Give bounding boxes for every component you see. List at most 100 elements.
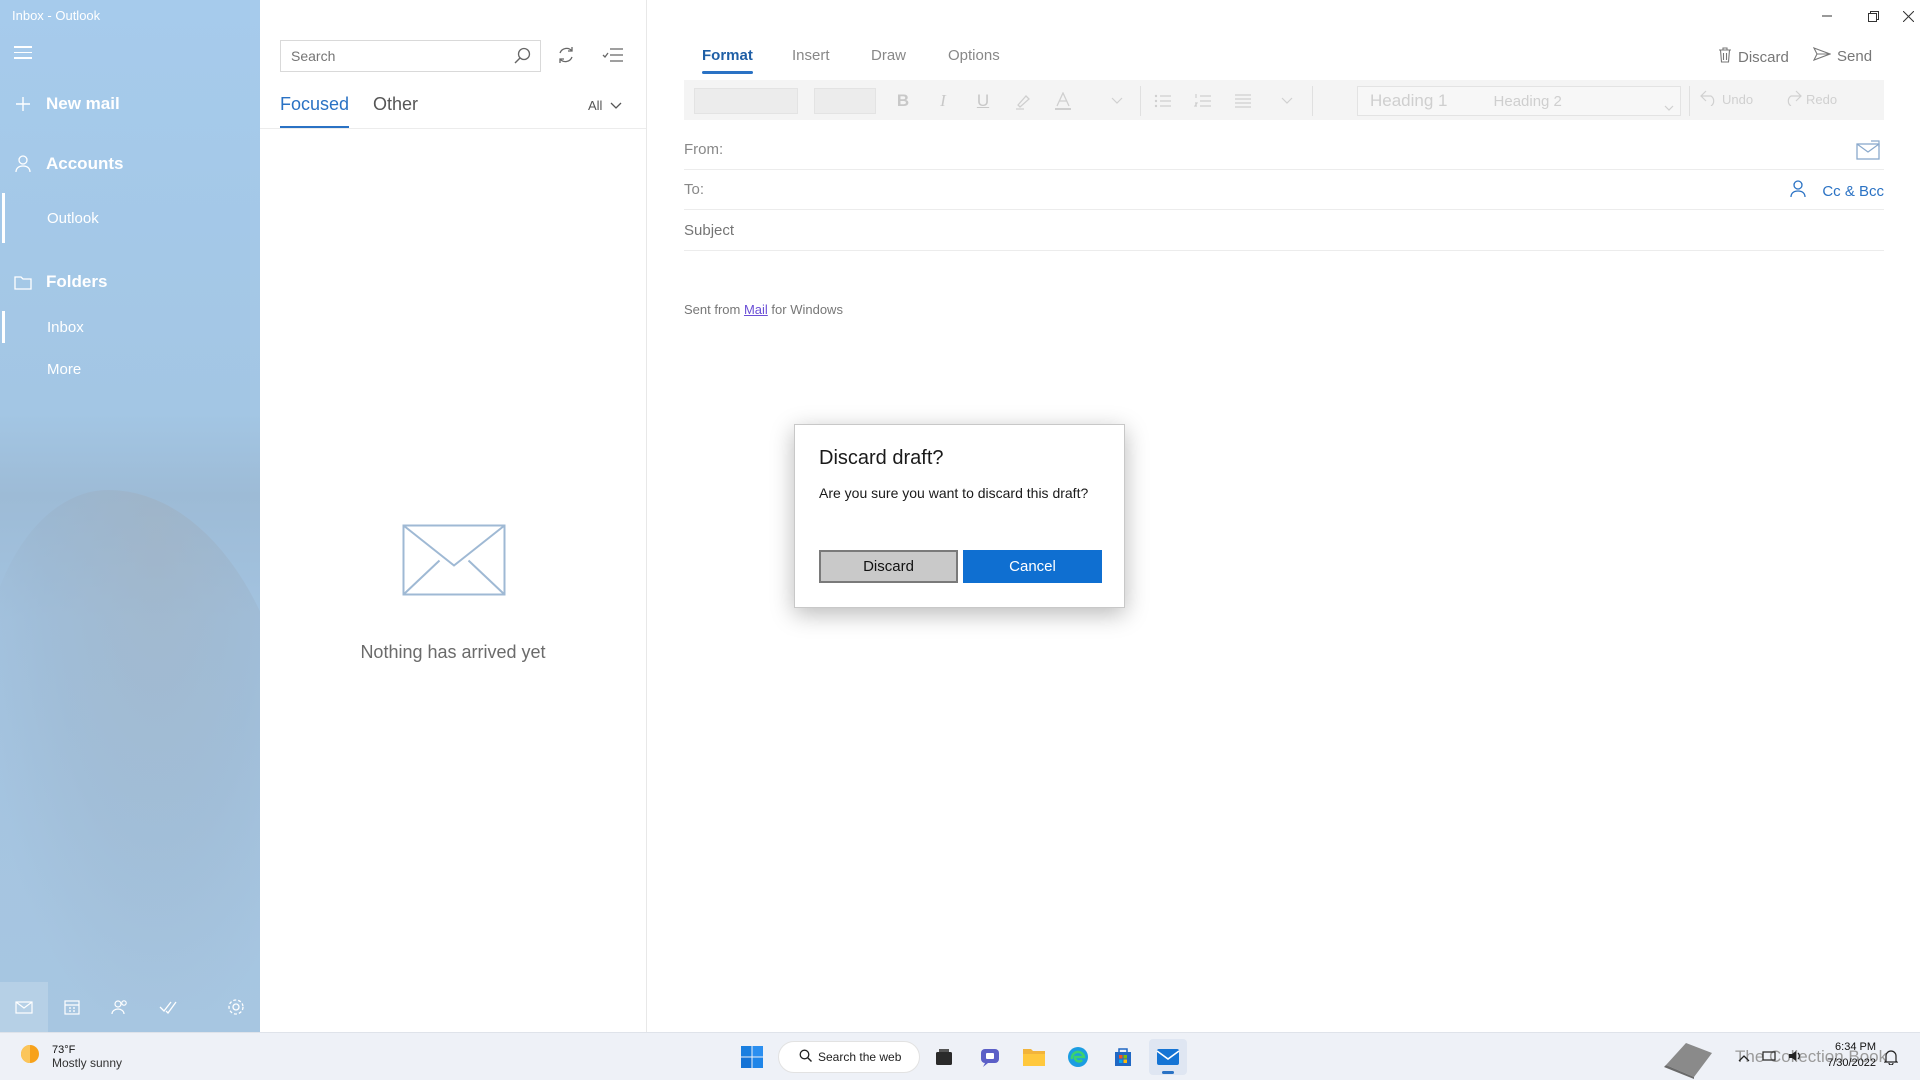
redo-button[interactable]: Redo (1784, 90, 1837, 109)
tab-options[interactable]: Options (948, 47, 1000, 64)
toolbar-separator (1312, 86, 1313, 116)
volume-icon[interactable] (1788, 1049, 1802, 1067)
empty-envelope-icon (402, 524, 506, 601)
restore-icon[interactable] (1850, 0, 1896, 32)
highlight-icon[interactable] (1010, 88, 1036, 114)
folder-more-label: More (47, 360, 82, 378)
italic-icon[interactable]: I (930, 88, 956, 114)
list-divider (260, 128, 646, 129)
tab-draw[interactable]: Draw (871, 47, 906, 64)
from-field[interactable]: From: (684, 130, 1884, 170)
new-mail-label: New mail (46, 94, 120, 113)
send-button[interactable]: Send (1812, 46, 1873, 65)
dialog-title: Discard draft? (819, 447, 944, 469)
accounts-header[interactable]: Accounts (0, 150, 260, 178)
font-size-dropdown[interactable] (814, 88, 876, 114)
settings-gear-icon[interactable] (212, 982, 260, 1032)
taskbar-search[interactable]: Search the web (778, 1041, 920, 1073)
styles-chevron-icon (1664, 97, 1674, 117)
text-format-chevron-icon[interactable] (1104, 88, 1130, 114)
undo-icon (1700, 90, 1718, 109)
folders-header[interactable]: Folders (0, 268, 260, 296)
send-label: Send (1837, 47, 1873, 65)
style-heading-1: Heading 1 (1370, 91, 1448, 110)
weather-temperature: 73°F (52, 1043, 76, 1056)
clock[interactable]: 6:34 PM 7/30/2022 (1818, 1039, 1876, 1071)
teams-chat-icon[interactable] (971, 1039, 1009, 1075)
underline-icon[interactable]: U (970, 88, 996, 114)
network-icon[interactable] (1762, 1049, 1776, 1067)
dialog-cancel-button[interactable]: Cancel (963, 550, 1102, 583)
subject-input[interactable] (684, 222, 1284, 239)
microsoft-store-icon[interactable] (1104, 1039, 1142, 1075)
notebook-overlay-icon (1660, 1037, 1718, 1079)
nav-pane: Inbox - Outlook New mail Accounts Outloo… (0, 0, 260, 1032)
task-view-icon[interactable] (925, 1039, 963, 1075)
taskbar: 73°F Mostly sunny Search the web The Col… (0, 1032, 1920, 1080)
tab-other[interactable]: Other (373, 94, 418, 115)
edge-browser-icon[interactable] (1059, 1039, 1097, 1075)
mail-icon[interactable] (0, 982, 48, 1032)
account-outlook[interactable]: Outlook (0, 189, 260, 247)
tab-insert[interactable]: Insert (792, 47, 830, 64)
sync-icon[interactable] (555, 44, 577, 71)
chevron-down-icon (610, 98, 622, 113)
background-mountain (0, 490, 260, 1010)
discard-draft-button[interactable]: Discard (1718, 47, 1789, 67)
undo-label: Undo (1722, 92, 1754, 107)
numbering-icon[interactable] (1190, 88, 1216, 114)
empty-state-text: Nothing has arrived yet (360, 642, 546, 662)
filter-dropdown[interactable]: All (588, 98, 622, 113)
clock-time: 6:34 PM (1835, 1041, 1876, 1053)
mail-app-link[interactable]: Mail (744, 302, 768, 317)
bold-icon[interactable]: B (890, 88, 916, 114)
folders-label: Folders (46, 272, 108, 291)
calendar-icon[interactable] (48, 982, 96, 1032)
folder-icon (0, 275, 46, 290)
message-list-pane: Focused Other All Nothing has arrived ye… (260, 0, 647, 1032)
message-body-signature[interactable]: Sent from Mail for Windows (684, 302, 843, 317)
plus-icon (0, 96, 46, 112)
font-color-icon[interactable] (1050, 88, 1076, 114)
paragraph-chevron-icon[interactable] (1274, 88, 1300, 114)
mail-app-icon[interactable] (1149, 1039, 1187, 1075)
from-account-icon[interactable] (1856, 140, 1880, 164)
tab-focused[interactable]: Focused (280, 94, 350, 128)
signature-suffix: for Windows (767, 302, 843, 317)
dialog-discard-button[interactable]: Discard (819, 550, 958, 583)
chevron-up-icon[interactable] (1738, 1049, 1750, 1067)
selection-mode-icon[interactable] (602, 44, 624, 71)
notification-bell-icon[interactable] (1883, 1049, 1899, 1070)
trash-icon (1718, 47, 1732, 67)
add-contact-icon[interactable] (1790, 180, 1806, 202)
accounts-label: Accounts (46, 154, 124, 173)
weather-widget[interactable]: 73°F Mostly sunny (18, 1042, 122, 1071)
to-field[interactable]: To: Cc & Bcc (684, 170, 1884, 210)
bullets-icon[interactable] (1150, 88, 1176, 114)
folder-more[interactable]: More (0, 351, 260, 387)
align-icon[interactable] (1230, 88, 1256, 114)
hamburger-menu-icon[interactable] (14, 46, 32, 60)
cc-bcc-link[interactable]: Cc & Bcc (1822, 183, 1884, 200)
minimize-icon[interactable] (1804, 0, 1850, 32)
close-icon[interactable] (1896, 0, 1920, 32)
search-icon[interactable] (514, 47, 532, 70)
person-icon (0, 155, 46, 173)
undo-button[interactable]: Undo (1700, 90, 1753, 109)
new-mail-button[interactable]: New mail (0, 90, 260, 118)
toolbar-separator (1689, 86, 1690, 116)
search-input[interactable] (291, 48, 501, 64)
start-windows-icon[interactable] (733, 1039, 771, 1075)
styles-dropdown[interactable]: Heading 1 Heading 2 (1357, 86, 1681, 116)
tab-format[interactable]: Format (702, 47, 753, 74)
search-box[interactable] (280, 40, 541, 72)
file-explorer-icon[interactable] (1015, 1039, 1053, 1075)
subject-field[interactable] (684, 211, 1884, 251)
system-tray-icons (1738, 1049, 1802, 1067)
todo-icon[interactable] (144, 982, 192, 1032)
folder-inbox[interactable]: Inbox (0, 309, 260, 345)
send-icon (1812, 46, 1832, 65)
font-family-dropdown[interactable] (694, 88, 798, 114)
people-icon[interactable] (96, 982, 144, 1032)
account-name: Outlook (47, 209, 99, 227)
